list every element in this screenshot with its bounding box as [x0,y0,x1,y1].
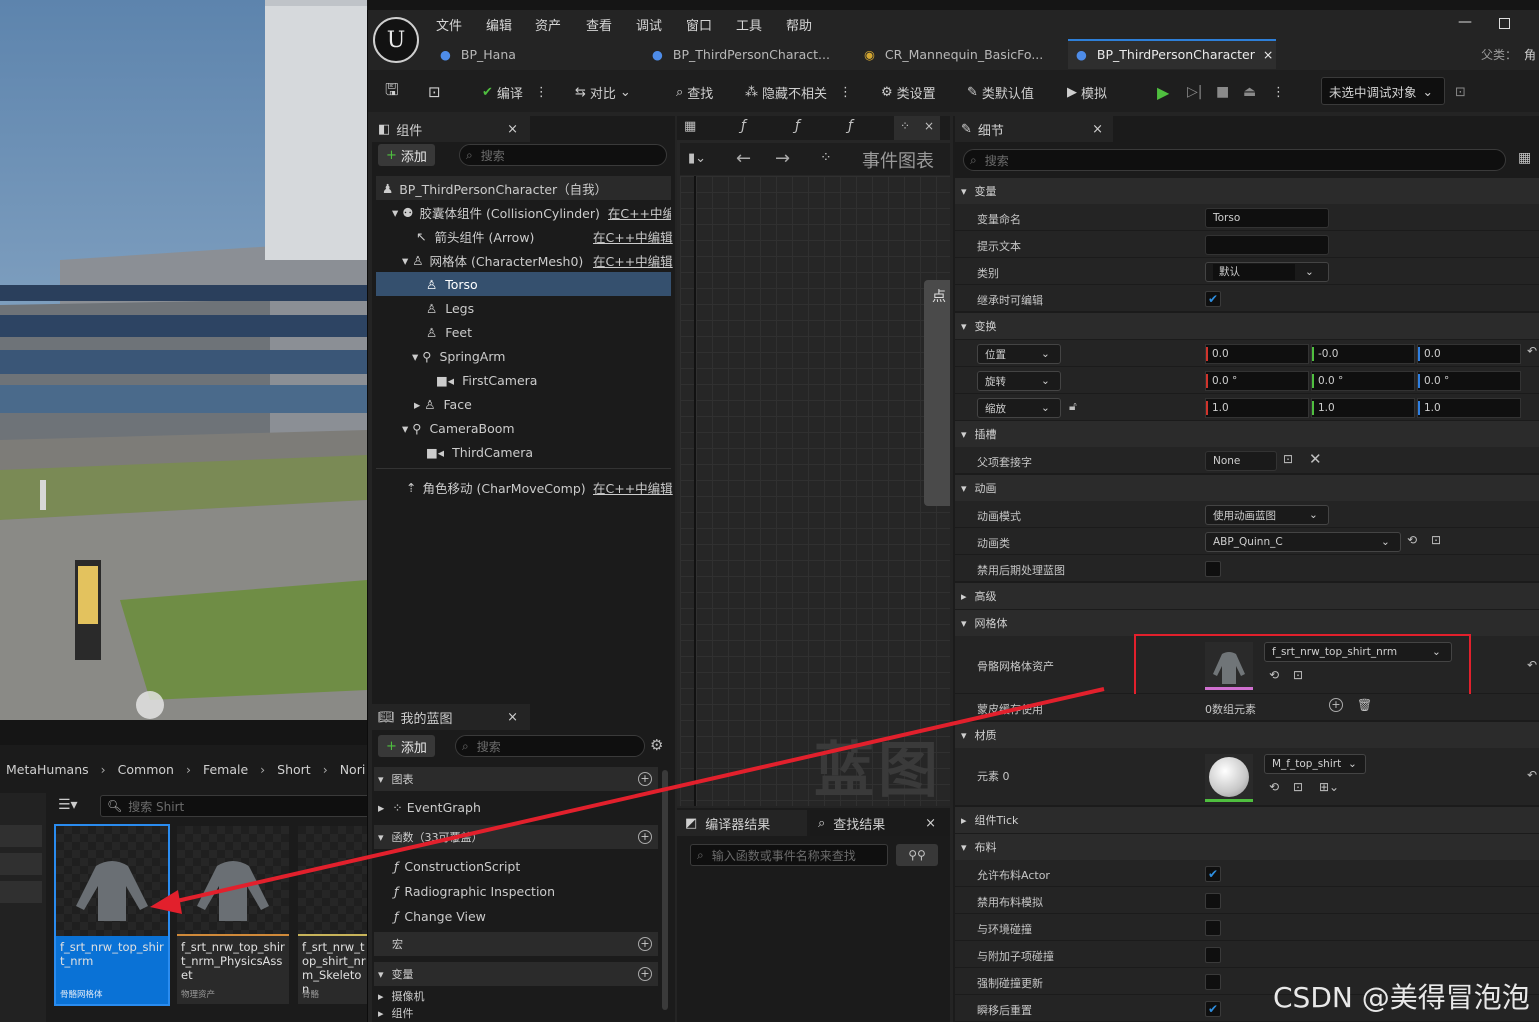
arrow-shaft [167,687,1105,905]
annotation-arrow [150,687,1105,914]
arrow-head [150,890,182,914]
csdn-watermark: CSDN @美得冒泡泡 [1273,981,1530,1014]
